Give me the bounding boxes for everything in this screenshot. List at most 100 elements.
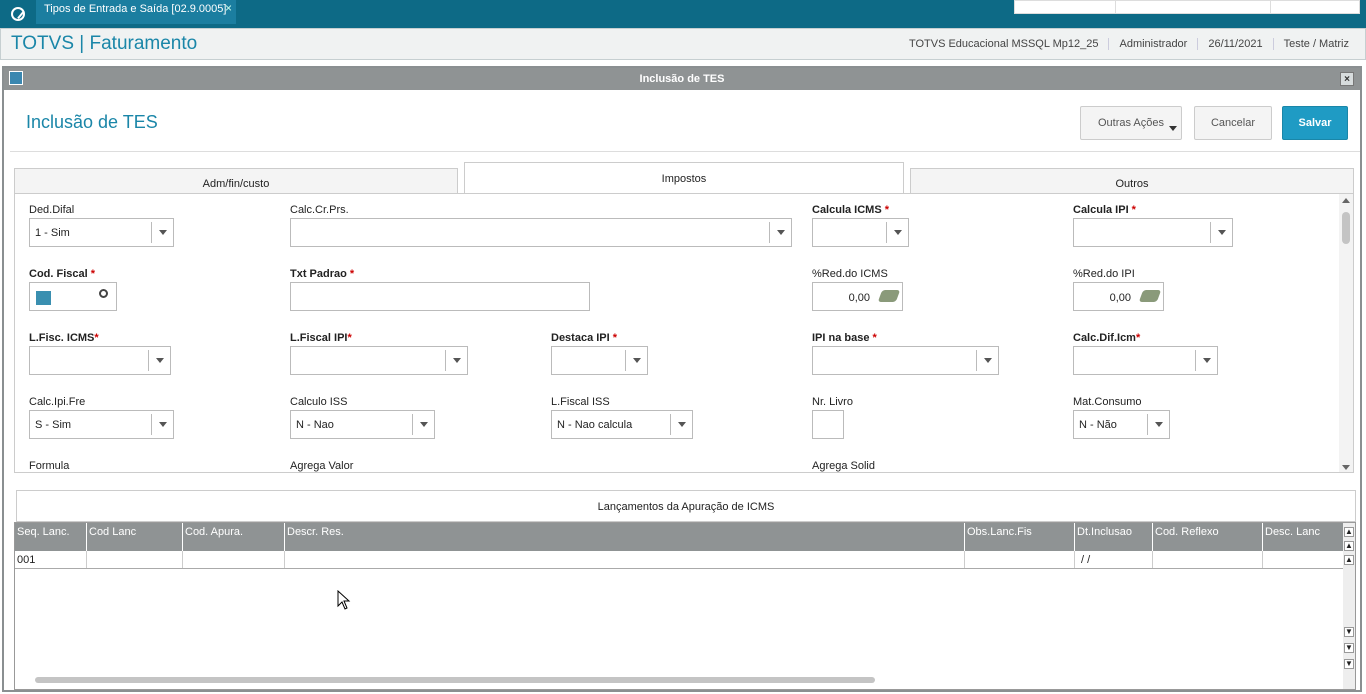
nr-livro-input[interactable] (812, 410, 844, 439)
ded-difal-value: 1 - Sim (35, 227, 70, 239)
col-desc-lanc[interactable]: Desc. Lanc (1263, 523, 1345, 551)
calcula-icms-select[interactable] (812, 218, 909, 247)
chevron-down-icon[interactable] (1147, 414, 1169, 435)
other-actions-button[interactable]: Outras Ações (1080, 106, 1182, 140)
save-button[interactable]: Salvar (1282, 106, 1348, 140)
date-label[interactable]: 26/11/2021 (1197, 38, 1272, 50)
agrega-solid-select[interactable] (812, 472, 1062, 473)
tab-impostos[interactable]: Impostos (464, 162, 904, 194)
calc-cr-prs-select[interactable] (290, 218, 792, 247)
required-marker: * (1131, 204, 1136, 216)
mat-consumo-value: N - Não (1079, 419, 1117, 431)
red-ipi-value: 0,00 (1109, 292, 1131, 304)
close-icon[interactable]: × (1340, 72, 1354, 86)
mat-consumo-select[interactable]: N - Não (1073, 410, 1170, 439)
agrega-valor-select[interactable] (290, 472, 540, 473)
chevron-down-icon[interactable] (625, 350, 647, 371)
chevron-down-icon[interactable] (1210, 222, 1232, 243)
col-cod-apura[interactable]: Cod. Apura. (183, 523, 285, 551)
chevron-down-icon[interactable] (1195, 350, 1217, 371)
cancel-button[interactable]: Cancelar (1194, 106, 1272, 140)
calcula-ipi-select[interactable] (1073, 218, 1233, 247)
window-tab[interactable]: Tipos de Entrada e Saída [02.9.0005] × (36, 0, 236, 24)
ipi-na-base-label-text: IPI na base (812, 332, 870, 344)
scroll-thumb[interactable] (1342, 212, 1350, 244)
company-label[interactable]: Teste / Matriz (1272, 38, 1359, 50)
cell-cod-apura[interactable] (183, 551, 285, 568)
required-marker: * (94, 332, 99, 344)
ded-difal-select[interactable]: 1 - Sim (29, 218, 174, 247)
col-seq-lanc[interactable]: Seq. Lanc. (15, 523, 87, 551)
calculo-iss-label: Calculo ISS (290, 396, 348, 408)
col-descr-res[interactable]: Descr. Res. (285, 523, 965, 551)
cell-cod-reflexo[interactable] (1153, 551, 1263, 568)
lfiscal-ipi-select[interactable] (290, 346, 468, 375)
lfiscal-iss-label: L.Fiscal ISS (551, 396, 610, 408)
search-icon[interactable] (99, 289, 108, 298)
col-cod-lanc[interactable]: Cod Lanc (87, 523, 183, 551)
app-header: TOTVS | Faturamento TOTVS Educacional MS… (0, 28, 1366, 60)
lfisc-icms-label-text: L.Fisc. ICMS (29, 332, 95, 344)
scroll-up-icon[interactable]: ▲ (1344, 555, 1354, 565)
money-icon (1138, 290, 1162, 302)
chevron-down-icon[interactable] (151, 414, 173, 435)
calculo-iss-select[interactable]: N - Nao (290, 410, 435, 439)
icms-grid[interactable]: Seq. Lanc. Cod Lanc Cod. Apura. Descr. R… (14, 522, 1356, 690)
money-icon (877, 290, 901, 302)
environment-label[interactable]: TOTVS Educacional MSSQL Mp12_25 (899, 38, 1109, 50)
required-marker: * (90, 268, 95, 280)
scroll-bottom-icon[interactable]: ▼ (1344, 659, 1354, 669)
red-ipi-input[interactable]: 0,00 (1073, 282, 1164, 311)
formula-label: Formula (29, 460, 70, 472)
tab-outros[interactable]: Outros (910, 168, 1354, 194)
chevron-down-icon[interactable] (886, 222, 908, 243)
calc-ipi-fre-select[interactable]: S - Sim (29, 410, 174, 439)
grid-scrollbar[interactable]: ▲ ▲ ▲ ▼ ▼ ▼ (1343, 523, 1355, 689)
chevron-down-icon[interactable] (670, 414, 692, 435)
cell-descr-res[interactable] (285, 551, 965, 568)
color-swatch-icon (36, 291, 51, 305)
cell-desc-lanc[interactable] (1263, 551, 1345, 568)
cell-obs-lanc-fis[interactable] (965, 551, 1075, 568)
cell-seq-lanc[interactable]: 001 (15, 551, 87, 568)
scroll-up-icon[interactable] (1342, 198, 1350, 203)
chevron-down-icon[interactable] (151, 222, 173, 243)
lfiscal-iss-select[interactable]: N - Nao calcula (551, 410, 693, 439)
tab-adm-fin-custo[interactable]: Adm/fin/custo (14, 168, 458, 194)
chevron-down-icon[interactable] (412, 414, 434, 435)
horizontal-scroll-thumb[interactable] (35, 677, 875, 683)
chevron-down-icon[interactable] (148, 350, 170, 371)
cell-dt-inclusao[interactable]: / / (1075, 551, 1153, 568)
formula-input[interactable] (29, 472, 123, 473)
col-obs-lanc-fis[interactable]: Obs.Lanc.Fis (965, 523, 1075, 551)
calcula-icms-label: Calcula ICMS * (812, 204, 889, 216)
table-row[interactable]: 001 / / (15, 551, 1345, 569)
form-scrollbar[interactable] (1339, 194, 1353, 472)
destaca-ipi-select[interactable] (551, 346, 648, 375)
chevron-down-icon[interactable] (976, 350, 998, 371)
scroll-down-icon[interactable]: ▼ (1344, 627, 1354, 637)
destaca-ipi-label-text: Destaca IPI (551, 332, 610, 344)
cell-cod-lanc[interactable] (87, 551, 183, 568)
calc-dif-icm-select[interactable] (1073, 346, 1218, 375)
red-icms-input[interactable]: 0,00 (812, 282, 903, 311)
scroll-top-icon[interactable]: ▲ (1344, 527, 1354, 537)
scroll-page-down-icon[interactable]: ▼ (1344, 643, 1354, 653)
ipi-na-base-select[interactable] (812, 346, 999, 375)
scroll-page-up-icon[interactable]: ▲ (1344, 541, 1354, 551)
user-label[interactable]: Administrador (1108, 38, 1197, 50)
calc-dif-icm-label-text: Calc.Dif.Icm (1073, 332, 1136, 344)
home-icon[interactable] (0, 0, 36, 28)
chevron-down-icon[interactable] (445, 350, 467, 371)
top-bar: Tipos de Entrada e Saída [02.9.0005] × (0, 0, 1366, 28)
lfisc-icms-select[interactable] (29, 346, 171, 375)
col-dt-inclusao[interactable]: Dt.Inclusao (1075, 523, 1153, 551)
txt-padrao-input[interactable] (290, 282, 590, 311)
close-tab-icon[interactable]: × (225, 1, 232, 15)
scroll-down-icon[interactable] (1342, 465, 1350, 470)
chevron-down-icon[interactable] (769, 222, 791, 243)
cod-fiscal-input[interactable] (29, 282, 117, 311)
calc-ipi-fre-label: Calc.Ipi.Fre (29, 396, 86, 408)
calc-ipi-fre-value: S - Sim (35, 419, 72, 431)
col-cod-reflexo[interactable]: Cod. Reflexo (1153, 523, 1263, 551)
